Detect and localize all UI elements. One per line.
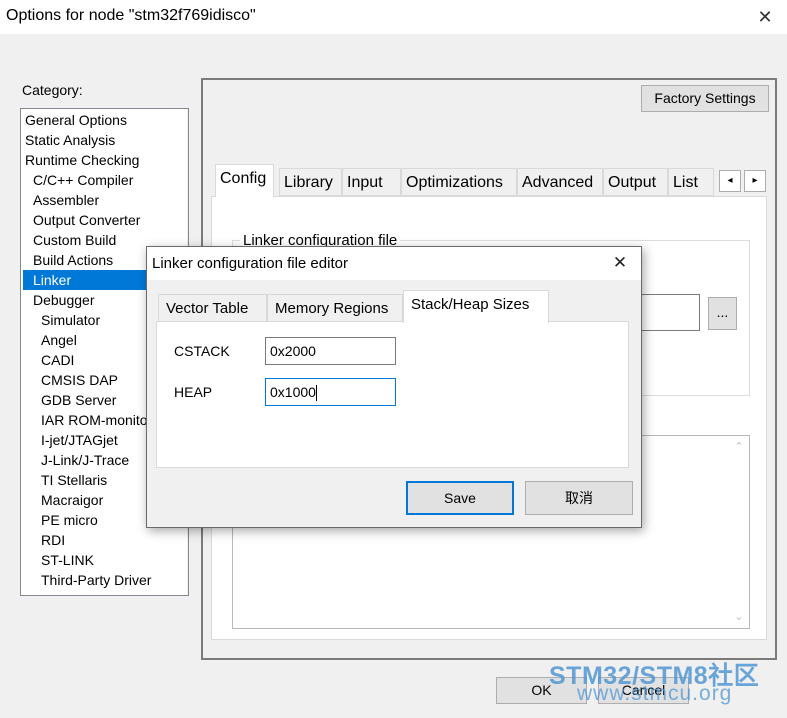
tab-advanced[interactable]: Advanced	[517, 168, 603, 196]
chevron-down-icon[interactable]: ⌄	[187, 576, 188, 594]
tab-stack-heap-sizes[interactable]: Stack/Heap Sizes	[403, 290, 549, 323]
linker-config-editor-dialog: Linker configuration file editor ✕ Vecto…	[146, 246, 642, 528]
heap-label: HEAP	[174, 384, 213, 400]
tab-input[interactable]: Input	[342, 168, 401, 196]
chevron-up-icon[interactable]: ⌃	[187, 110, 188, 128]
cstack-label: CSTACK	[174, 343, 230, 359]
tab-list[interactable]: List	[668, 168, 714, 196]
category-item[interactable]: Third-Party Driver	[23, 570, 167, 590]
heap-input[interactable]: 0x1000	[265, 378, 396, 406]
watermark-url: www.stmcu.org	[577, 682, 733, 705]
dialog-cancel-button[interactable]: 取消	[525, 481, 633, 515]
tab-optimizations[interactable]: Optimizations	[401, 168, 517, 196]
dialog-close-icon[interactable]: ✕	[609, 252, 631, 274]
tab-output[interactable]: Output	[603, 168, 668, 196]
watermark: STM32/STM8社区 www.stmcu.org	[549, 656, 787, 712]
tab-scroll-right-icon[interactable]: ▸	[744, 170, 766, 192]
window-title: Options for node "stm32f769idisco"	[6, 7, 256, 24]
tab-vector-table[interactable]: Vector Table	[158, 294, 267, 322]
chevron-down-icon[interactable]: ⌄	[729, 608, 749, 626]
window-close-icon[interactable]: ✕	[754, 6, 776, 28]
cstack-value: 0x2000	[270, 343, 316, 359]
factory-settings-button[interactable]: Factory Settings	[641, 85, 769, 112]
dialog-title: Linker configuration file editor	[152, 255, 348, 272]
tab-config[interactable]: Config	[215, 164, 274, 197]
category-item[interactable]: Static Analysis	[23, 130, 167, 150]
category-item[interactable]: C/C++ Compiler	[23, 170, 167, 190]
browse-button[interactable]: ...	[708, 297, 737, 330]
text-caret	[315, 385, 317, 402]
tab-scroll-left-icon[interactable]: ◂	[719, 170, 741, 192]
category-label: Category:	[22, 82, 83, 98]
textarea-scrollbar[interactable]: ⌃ ⌄	[729, 436, 749, 628]
category-item[interactable]: Output Converter	[23, 210, 167, 230]
save-button[interactable]: Save	[406, 481, 514, 515]
category-item[interactable]: ST-LINK	[23, 550, 167, 570]
linker-config-file-input[interactable]	[640, 294, 700, 331]
chevron-up-icon[interactable]: ⌃	[729, 438, 749, 456]
category-item[interactable]: General Options	[23, 110, 167, 130]
heap-value: 0x1000	[270, 384, 316, 400]
category-item[interactable]: Runtime Checking	[23, 150, 167, 170]
cstack-input[interactable]: 0x2000	[265, 337, 396, 365]
category-item[interactable]: Assembler	[23, 190, 167, 210]
tab-library[interactable]: Library	[279, 168, 342, 196]
category-item[interactable]: RDI	[23, 530, 167, 550]
tab-memory-regions[interactable]: Memory Regions	[267, 294, 403, 322]
